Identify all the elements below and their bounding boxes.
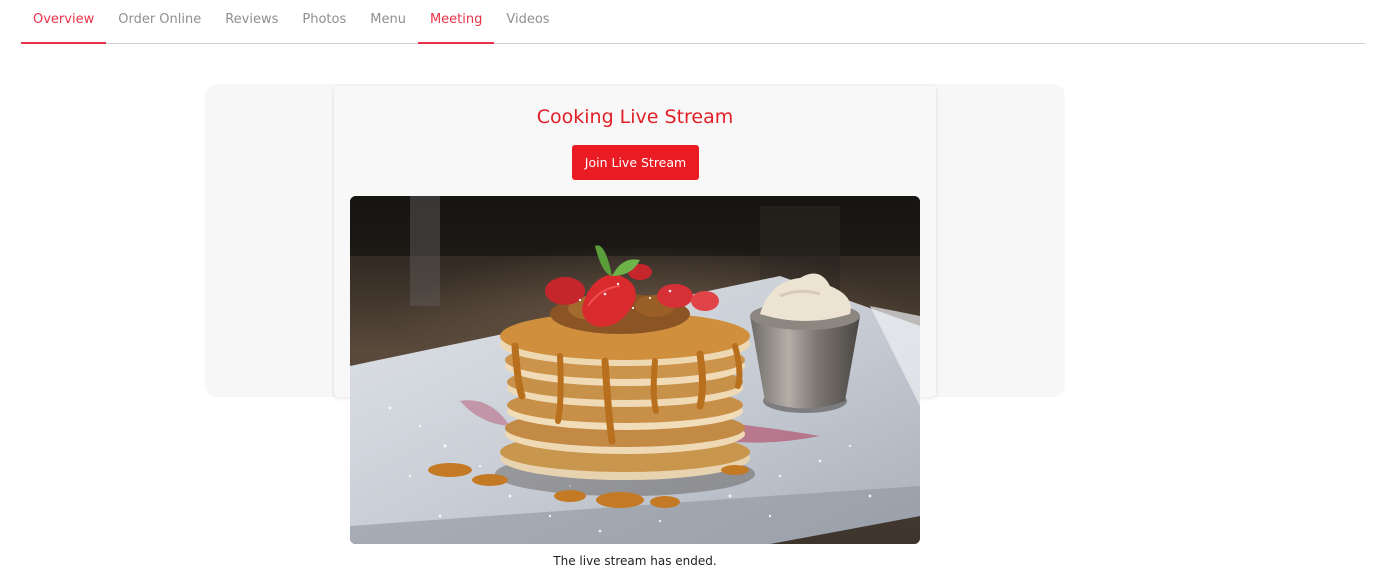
tab-meeting[interactable]: Meeting — [417, 0, 495, 44]
restaurant-tab-bar: Overview Order Online Reviews Photos Men… — [21, 0, 1365, 44]
tab-reviews[interactable]: Reviews — [213, 0, 290, 43]
tab-order-online[interactable]: Order Online — [106, 0, 213, 43]
live-stream-status-text: The live stream has ended. — [553, 554, 717, 568]
tab-menu[interactable]: Menu — [358, 0, 418, 43]
tab-overview[interactable]: Overview — [21, 0, 107, 44]
live-stream-title: Cooking Live Stream — [536, 106, 734, 128]
tab-photos[interactable]: Photos — [290, 0, 358, 43]
live-stream-thumbnail — [350, 196, 920, 544]
join-live-stream-button[interactable]: Join Live Stream — [572, 145, 699, 180]
tab-videos[interactable]: Videos — [494, 0, 561, 43]
pancake-stack-image — [350, 196, 920, 544]
